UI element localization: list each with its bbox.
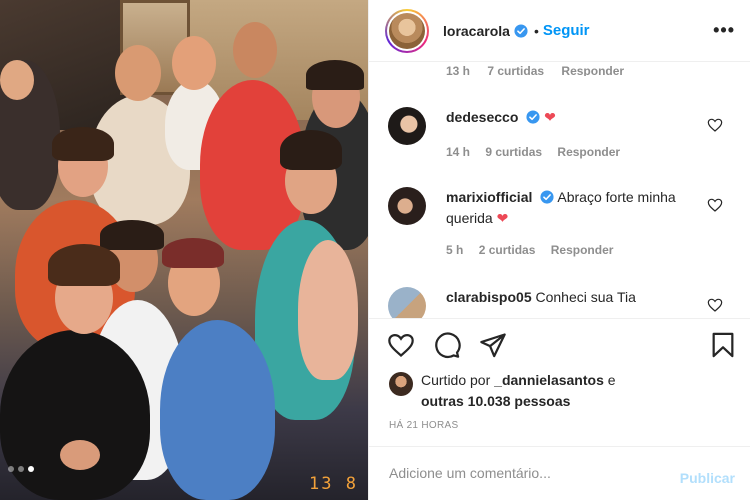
photo-person-hair: [52, 127, 114, 161]
commenter-username[interactable]: dedesecco: [446, 109, 518, 125]
header-separator: •: [533, 22, 539, 39]
comment-like-heart-icon[interactable]: [707, 117, 723, 133]
comment-time: 5 h: [446, 243, 464, 257]
comment-reply-button[interactable]: Responder: [551, 243, 614, 257]
likes-others-count[interactable]: outras 10.038 pessoas: [421, 393, 570, 409]
comment-time: 14 h: [446, 145, 471, 159]
comment-like-heart-icon[interactable]: [707, 297, 723, 313]
photo-person-hair: [280, 130, 342, 170]
photo-person: [160, 320, 275, 500]
comment-likes-count[interactable]: 9 curtidas: [485, 145, 542, 159]
photo-person: [0, 330, 150, 500]
comments-list[interactable]: 13 h 7 curtidas Responder dedesecco ❤ 14…: [369, 62, 750, 318]
photo-person-head: [115, 45, 161, 101]
follow-button[interactable]: Seguir: [543, 22, 590, 39]
comment-like-heart-icon[interactable]: [707, 197, 723, 213]
comment-reply-button[interactable]: Responder: [561, 64, 624, 76]
liker-avatar[interactable]: [389, 372, 413, 396]
comment-likes-count[interactable]: 7 curtidas: [487, 64, 544, 76]
photo-person-hair: [48, 244, 120, 286]
comment-bubble-icon[interactable]: [433, 331, 461, 359]
photo-person-head: [233, 22, 277, 78]
comment-text: Conheci sua Tia: [535, 289, 636, 305]
post-photo[interactable]: 13 8: [0, 0, 368, 500]
commenter-username[interactable]: clarabispo05: [446, 289, 532, 305]
verified-badge-icon: [540, 190, 554, 204]
comment-body: dedesecco ❤: [446, 107, 701, 128]
author-avatar-frame: [387, 10, 427, 51]
photo-person-head: [172, 36, 216, 90]
carousel-dot[interactable]: [18, 466, 24, 472]
photo-person-head: [0, 60, 34, 100]
comment-reply-button[interactable]: Responder: [557, 145, 620, 159]
likes-text: Curtido por _dannielasantos e outras 10.…: [421, 370, 616, 412]
add-comment-input[interactable]: [389, 465, 659, 481]
carousel-dot[interactable]: [8, 466, 14, 472]
post-timestamp[interactable]: HÁ 21 HORAS: [389, 420, 458, 431]
photo-person-hair: [306, 60, 364, 90]
photo-date-stamp: 13 8: [309, 474, 358, 494]
comment-time: 13 h: [446, 64, 471, 76]
post-side-panel: loracarola • Seguir ••• 13 h 7 curtidas …: [368, 0, 750, 500]
comment-meta: 14 h 9 curtidas Responder: [446, 145, 632, 159]
comment-likes-count[interactable]: 2 curtidas: [479, 243, 536, 257]
photo-person-hair: [100, 220, 164, 250]
likes-prefix: Curtido por: [421, 372, 491, 388]
author-avatar: [389, 12, 425, 49]
post-actions-bar: [369, 318, 750, 370]
more-options-icon[interactable]: •••: [713, 20, 735, 41]
commenter-avatar[interactable]: [388, 287, 426, 318]
share-paper-plane-icon[interactable]: [479, 331, 507, 359]
liker-username[interactable]: _dannielasantos: [494, 372, 604, 388]
heart-emoji: ❤: [496, 210, 509, 226]
carousel-dots: [8, 466, 34, 472]
save-bookmark-icon[interactable]: [709, 331, 737, 359]
comment-body: clarabispo05 Conheci sua Tia: [446, 287, 701, 308]
commenter-avatar[interactable]: [388, 187, 426, 225]
author-username[interactable]: loracarola: [443, 23, 510, 39]
likes-conjunction: e: [607, 372, 616, 388]
comment-body: marixiofficial Abraço forte minha querid…: [446, 187, 701, 229]
photo-person-hair: [162, 238, 224, 268]
likes-summary: Curtido por _dannielasantos e outras 10.…: [389, 370, 739, 410]
carousel-dot-active[interactable]: [28, 466, 34, 472]
commenter-username[interactable]: marixiofficial: [446, 189, 532, 205]
verified-badge-icon: [526, 110, 540, 124]
heart-emoji: ❤: [544, 109, 556, 125]
add-comment-bar: Publicar: [369, 446, 750, 500]
like-heart-icon[interactable]: [387, 331, 415, 359]
photo-person-hand: [60, 440, 100, 470]
post-header: loracarola • Seguir •••: [369, 0, 750, 62]
comment-meta-partial: 13 h 7 curtidas Responder: [446, 64, 638, 76]
photo-person: [298, 240, 358, 380]
publish-button[interactable]: Publicar: [680, 470, 735, 486]
author-avatar-story-ring[interactable]: [385, 8, 429, 53]
comment-meta: 5 h 2 curtidas Responder: [446, 243, 625, 257]
verified-badge-icon: [514, 23, 528, 38]
commenter-avatar[interactable]: [388, 107, 426, 145]
